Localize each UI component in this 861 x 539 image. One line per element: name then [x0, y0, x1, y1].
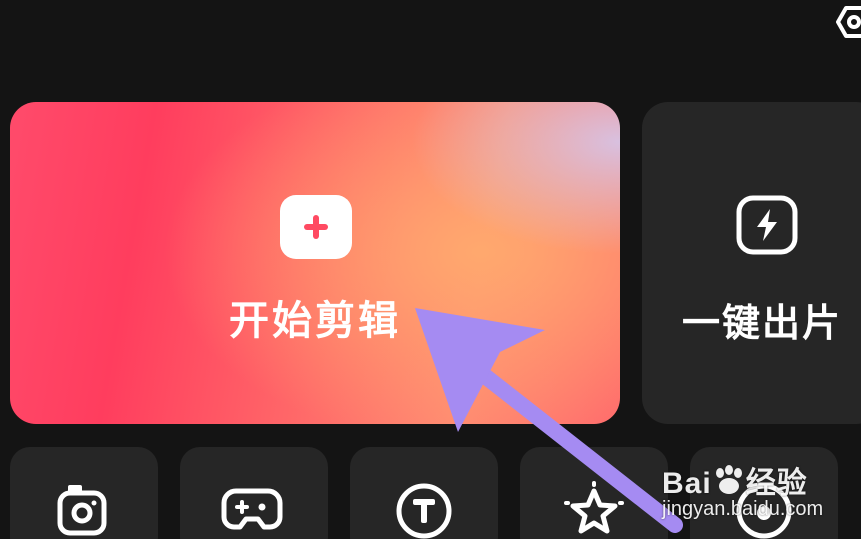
watermark-brand: Bai 经验: [662, 458, 808, 503]
tool-camera-button[interactable]: [10, 447, 158, 539]
text-t-icon: [396, 483, 452, 539]
baidu-watermark: Bai 经验 jingyan.baidu.com: [660, 450, 860, 539]
plus-icon: [280, 195, 352, 259]
lightning-bolt-icon: [735, 195, 799, 255]
tool-text-button[interactable]: [350, 447, 498, 539]
tool-game-button[interactable]: [180, 447, 328, 539]
watermark-url: jingyan.baidu.com: [662, 498, 824, 520]
tool-effects-button[interactable]: [520, 447, 668, 539]
start-edit-card[interactable]: 开始剪辑: [10, 102, 620, 424]
settings-gear-icon[interactable]: [834, 2, 861, 42]
camera-icon: [57, 485, 107, 536]
one-click-video-label: 一键出片: [682, 301, 843, 345]
sparkle-star-icon: [564, 481, 624, 534]
one-click-video-card[interactable]: 一键出片: [642, 102, 861, 424]
gamepad-icon: [221, 488, 283, 530]
app-home-screen: 开始剪辑 一键出片 Bai 经验 jingyan.baidu.com: [0, 0, 861, 539]
start-edit-label: 开始剪辑: [229, 298, 401, 344]
